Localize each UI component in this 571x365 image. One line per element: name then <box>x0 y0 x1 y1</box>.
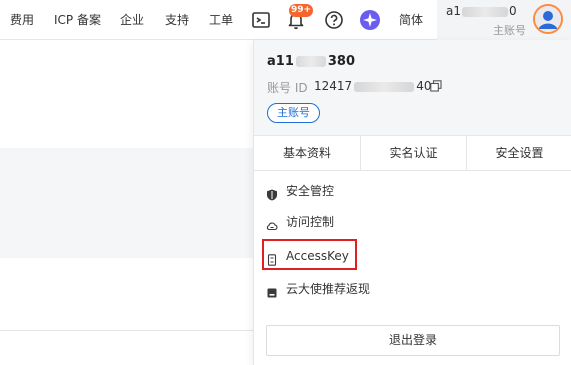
redacted-text <box>462 6 508 17</box>
account-dropdown-panel: a11 380 账号 ID 12417 40 主账号 基本资料 实名认证 安全设置 … <box>253 40 571 365</box>
redacted-text <box>295 56 326 67</box>
cloud-icon <box>266 216 278 231</box>
user-avatar-icon <box>535 6 561 32</box>
gift-icon <box>266 283 278 298</box>
menu-item-label: 访问控制 <box>286 215 335 229</box>
account-name: a1 0 <box>446 4 517 18</box>
shield-icon <box>266 185 278 201</box>
divider <box>0 330 253 331</box>
role-tag: 主账号 <box>267 103 320 123</box>
notification-badge: 99+ <box>289 4 314 17</box>
ai-assistant-icon[interactable] <box>358 8 382 32</box>
menu-item-label: 安全管控 <box>286 184 335 198</box>
account-id-value: 12417 40 <box>314 79 432 93</box>
language-switch[interactable]: 简体 <box>399 0 423 40</box>
menu-item-label: 云大使推荐返现 <box>286 282 371 296</box>
copy-icon[interactable] <box>430 80 442 92</box>
help-icon[interactable] <box>322 8 346 32</box>
nav-icp-filing[interactable]: ICP 备案 <box>54 0 101 40</box>
tab-basic-info[interactable]: 基本资料 <box>254 136 361 170</box>
menu-item-referral-cashback[interactable]: 云大使推荐返现 <box>266 277 406 301</box>
redacted-text <box>354 81 415 92</box>
nav-billing[interactable]: 费用 <box>10 0 34 40</box>
account-id-label: 账号 ID <box>267 81 308 95</box>
account-tabs: 基本资料 实名认证 安全设置 <box>254 135 571 171</box>
menu-item-access-control[interactable]: 访问控制 <box>266 210 386 234</box>
avatar[interactable] <box>533 4 563 34</box>
highlight-annotation-box <box>262 239 357 270</box>
logout-button[interactable]: 退出登录 <box>266 325 560 356</box>
tab-security-settings[interactable]: 安全设置 <box>467 136 571 170</box>
nav-enterprise[interactable]: 企业 <box>120 0 144 40</box>
nav-tickets[interactable]: 工单 <box>209 0 233 40</box>
account-role-label: 主账号 <box>493 24 526 37</box>
menu-item-security-control[interactable]: 安全管控 <box>266 179 386 203</box>
page-content-band <box>0 148 253 258</box>
terminal-icon[interactable] <box>249 8 273 32</box>
account-info-header: a11 380 账号 ID 12417 40 主账号 <box>254 40 571 135</box>
nav-support[interactable]: 支持 <box>165 0 189 40</box>
tab-real-name-auth[interactable]: 实名认证 <box>361 136 467 170</box>
account-display-name: a11 380 <box>267 54 356 69</box>
